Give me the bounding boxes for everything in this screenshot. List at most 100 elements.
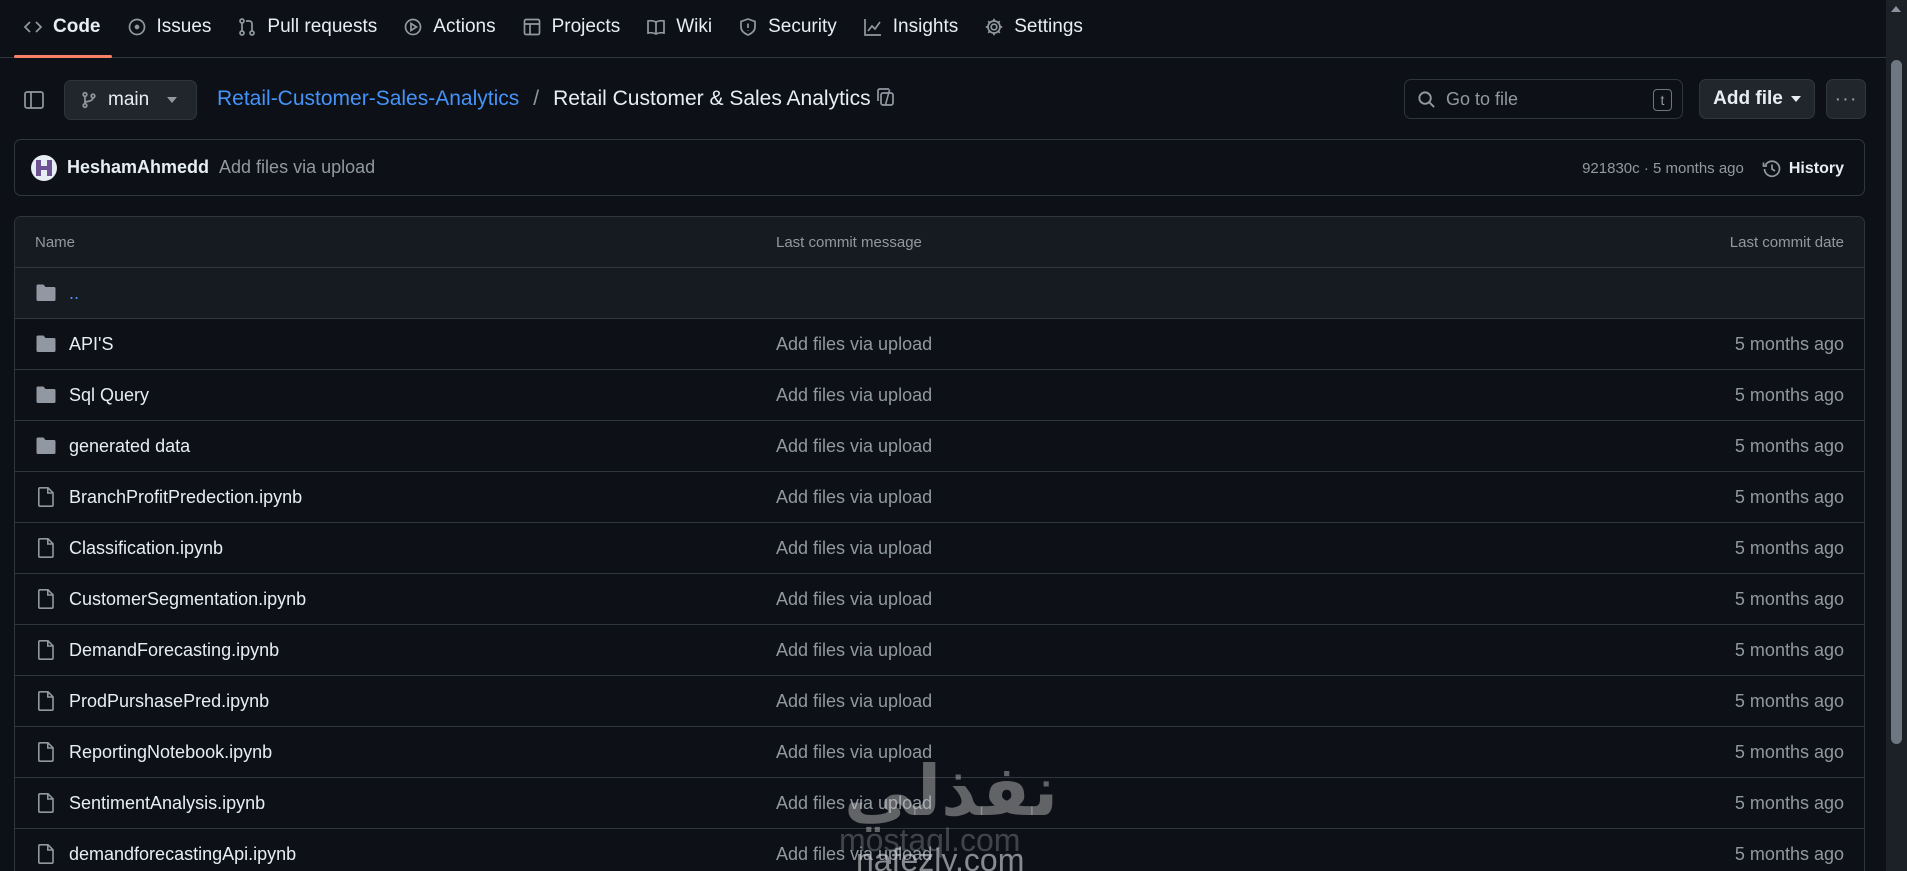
commit-date: 5 months ago [1734,793,1844,813]
commit-hash-and-time[interactable]: 921830c · 5 months ago [1582,160,1744,177]
parent-directory-link[interactable]: .. [69,283,79,304]
tab-settings-label: Settings [1014,16,1083,37]
file-name-link[interactable]: Sql Query [69,385,149,406]
book-icon [647,19,666,35]
file-icon [35,639,57,661]
commit-message[interactable]: Add files via upload [219,157,375,178]
commit-message-link[interactable]: Add files via upload [776,793,932,814]
file-name-link[interactable]: generated data [69,436,190,457]
file-name-link[interactable]: ProdPurshasePred.ipynb [69,691,269,712]
tab-issues-label: Issues [156,16,212,37]
tab-actions[interactable]: Actions [394,0,512,57]
shield-icon [740,18,756,36]
go-to-file-search[interactable]: t [1404,79,1683,119]
graph-icon [863,19,881,36]
tab-insights[interactable]: Insights [854,0,975,57]
file-name-link[interactable]: SentimentAnalysis.ipynb [69,793,265,814]
tab-security[interactable]: Security [729,0,854,57]
parent-directory-row[interactable]: .. [15,268,1864,319]
commit-message-link[interactable]: Add files via upload [776,538,932,559]
go-to-file-input[interactable] [1446,88,1646,110]
history-button[interactable]: History [1762,159,1844,179]
breadcrumb-current-folder: Retail Customer & Sales Analytics [553,87,871,110]
chevron-down-icon [167,97,178,103]
folder-icon [35,282,57,304]
file-table: Name Last commit message Last commit dat… [14,216,1865,871]
more-options-button[interactable]: ··· [1826,79,1866,119]
tab-wiki[interactable]: Wiki [637,0,729,57]
file-name-link[interactable]: BranchProfitPredection.ipynb [69,487,302,508]
table-row[interactable]: ProdPurshasePred.ipynb Add files via uplo… [15,676,1864,727]
commit-date: 5 months ago [1734,334,1844,354]
file-name-link[interactable]: CustomerSegmentation.ipynb [69,589,306,610]
scroll-up-arrow-icon[interactable] [1891,6,1901,12]
table-row[interactable]: API'S Add files via upload 5 months ago [15,319,1864,370]
table-icon [523,18,540,36]
keyboard-shortcut-hint: t [1653,89,1672,111]
tab-projects-label: Projects [551,16,621,37]
file-name-link[interactable]: DemandForecasting.ipynb [69,640,279,661]
table-row[interactable]: generated data Add files via upload 5 mont… [15,421,1864,472]
commit-meta-group: 921830c · 5 months ago History [1582,140,1844,197]
add-file-button[interactable]: Add file [1699,79,1815,119]
branch-selector[interactable]: main [64,80,197,120]
code-icon [23,21,43,33]
file-icon [35,843,57,865]
history-icon [1762,159,1781,177]
commit-date: 5 months ago [1734,640,1844,660]
file-rows: API'S Add files via upload 5 months ago Sql… [15,319,1864,871]
commit-message-link[interactable]: Add files via upload [776,589,932,610]
commit-message-link[interactable]: Add files via upload [776,742,932,763]
file-icon [35,792,57,814]
commit-message-link[interactable]: Add files via upload [776,385,932,406]
avatar[interactable] [31,154,57,181]
table-row[interactable]: BranchProfitPredection.ipynb Add files vi… [15,472,1864,523]
tab-actions-label: Actions [433,16,496,37]
commit-date: 5 months ago [1734,844,1844,864]
commit-date: 5 months ago [1734,538,1844,558]
commit-message-link[interactable]: Add files via upload [776,334,932,355]
copy-path-button[interactable] [874,86,902,114]
table-row[interactable]: Classification.ipynb Add files via upload… [15,523,1864,574]
table-row[interactable]: DemandForecasting.ipynb Add files via upl… [15,625,1864,676]
tab-code[interactable]: Code [14,0,118,58]
table-row[interactable]: CustomerSegmentation.ipynb Add files via … [15,574,1864,625]
commit-message-link[interactable]: Add files via upload [776,844,932,865]
commit-message-link[interactable]: Add files via upload [776,691,932,712]
table-row[interactable]: demandforecastingApi.ipynb Add files via … [15,829,1864,871]
table-row[interactable]: ReportingNotebook.ipynb Add files via upl… [15,727,1864,778]
commit-author[interactable]: HeshamAhmedd [67,157,209,178]
tab-code-label: Code [53,16,101,37]
file-name-link[interactable]: demandforecastingApi.ipynb [69,844,296,865]
file-name-link[interactable]: ReportingNotebook.ipynb [69,742,272,763]
gear-icon [986,18,1003,36]
commit-message-link[interactable]: Add files via upload [776,640,932,661]
git-branch-icon [82,91,96,109]
search-icon [1418,90,1435,108]
sidebar-collapse-icon [24,91,44,109]
repo-nav: Code Issues Pull requests Actions Projec… [0,0,1886,58]
folder-icon [35,333,57,355]
scrollbar-thumb[interactable] [1891,60,1902,744]
commit-date: 5 months ago [1734,691,1844,711]
page-scrollbar[interactable] [1886,0,1907,871]
tab-issues[interactable]: Issues [118,0,229,57]
table-header: Name Last commit message Last commit dat… [15,217,1864,268]
kebab-horizontal-icon: ··· [1834,87,1858,110]
file-name-link[interactable]: Classification.ipynb [69,538,223,559]
commit-message-link[interactable]: Add files via upload [776,487,932,508]
breadcrumb-repo-link[interactable]: Retail-Customer-Sales-Analytics [217,87,519,111]
commit-message-link[interactable]: Add files via upload [776,436,932,457]
table-row[interactable]: Sql Query Add files via upload 5 months ag… [15,370,1864,421]
tab-pull-requests[interactable]: Pull requests [228,0,394,57]
commit-date: 5 months ago [1734,385,1844,405]
file-icon [35,690,57,712]
tab-projects[interactable]: Projects [513,0,638,57]
file-name-link[interactable]: API'S [69,334,113,355]
pull-request-icon [239,18,256,36]
table-row[interactable]: SentimentAnalysis.ipynb Add files via upl… [15,778,1864,829]
tab-settings[interactable]: Settings [975,0,1100,57]
toggle-sidebar-button[interactable] [18,84,50,116]
tab-security-label: Security [768,16,837,37]
issue-icon [128,18,145,36]
